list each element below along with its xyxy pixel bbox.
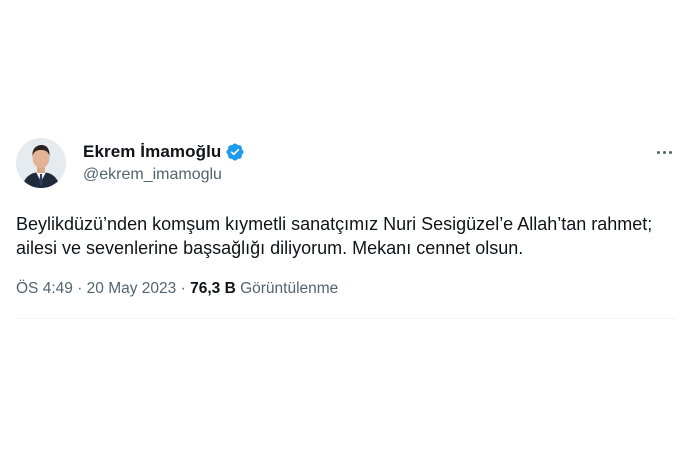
author-display-name[interactable]: Ekrem İmamoğlu xyxy=(83,142,221,162)
author-handle[interactable]: @ekrem_imamoglu xyxy=(83,166,222,184)
tweet-date[interactable]: 20 May 2023 xyxy=(87,280,177,297)
avatar[interactable] xyxy=(16,138,66,188)
tweet-time[interactable]: ÖS 4:49 xyxy=(16,280,73,297)
tweet-meta: ÖS 4:49 · 20 May 2023 · 76,3 B Görüntüle… xyxy=(16,280,338,298)
divider xyxy=(16,318,676,319)
verified-badge-icon[interactable] xyxy=(225,142,245,162)
tweet-card: Ekrem İmamoğlu @ekrem_imamoglu Beylikdüz… xyxy=(0,0,690,450)
more-dot xyxy=(656,150,660,154)
more-options-icon[interactable] xyxy=(650,140,678,164)
tweet-text: Beylikdüzü’nden komşum kıymetli sanatçım… xyxy=(16,214,653,258)
avatar-image xyxy=(16,138,66,188)
views-label: Görüntülenme xyxy=(240,280,339,297)
meta-separator: · xyxy=(77,280,83,297)
views-count: 76,3 B xyxy=(190,280,236,297)
meta-separator: · xyxy=(180,280,186,297)
more-dot xyxy=(662,150,666,154)
author-name-row: Ekrem İmamoğlu xyxy=(83,142,245,162)
more-dot xyxy=(668,150,672,154)
